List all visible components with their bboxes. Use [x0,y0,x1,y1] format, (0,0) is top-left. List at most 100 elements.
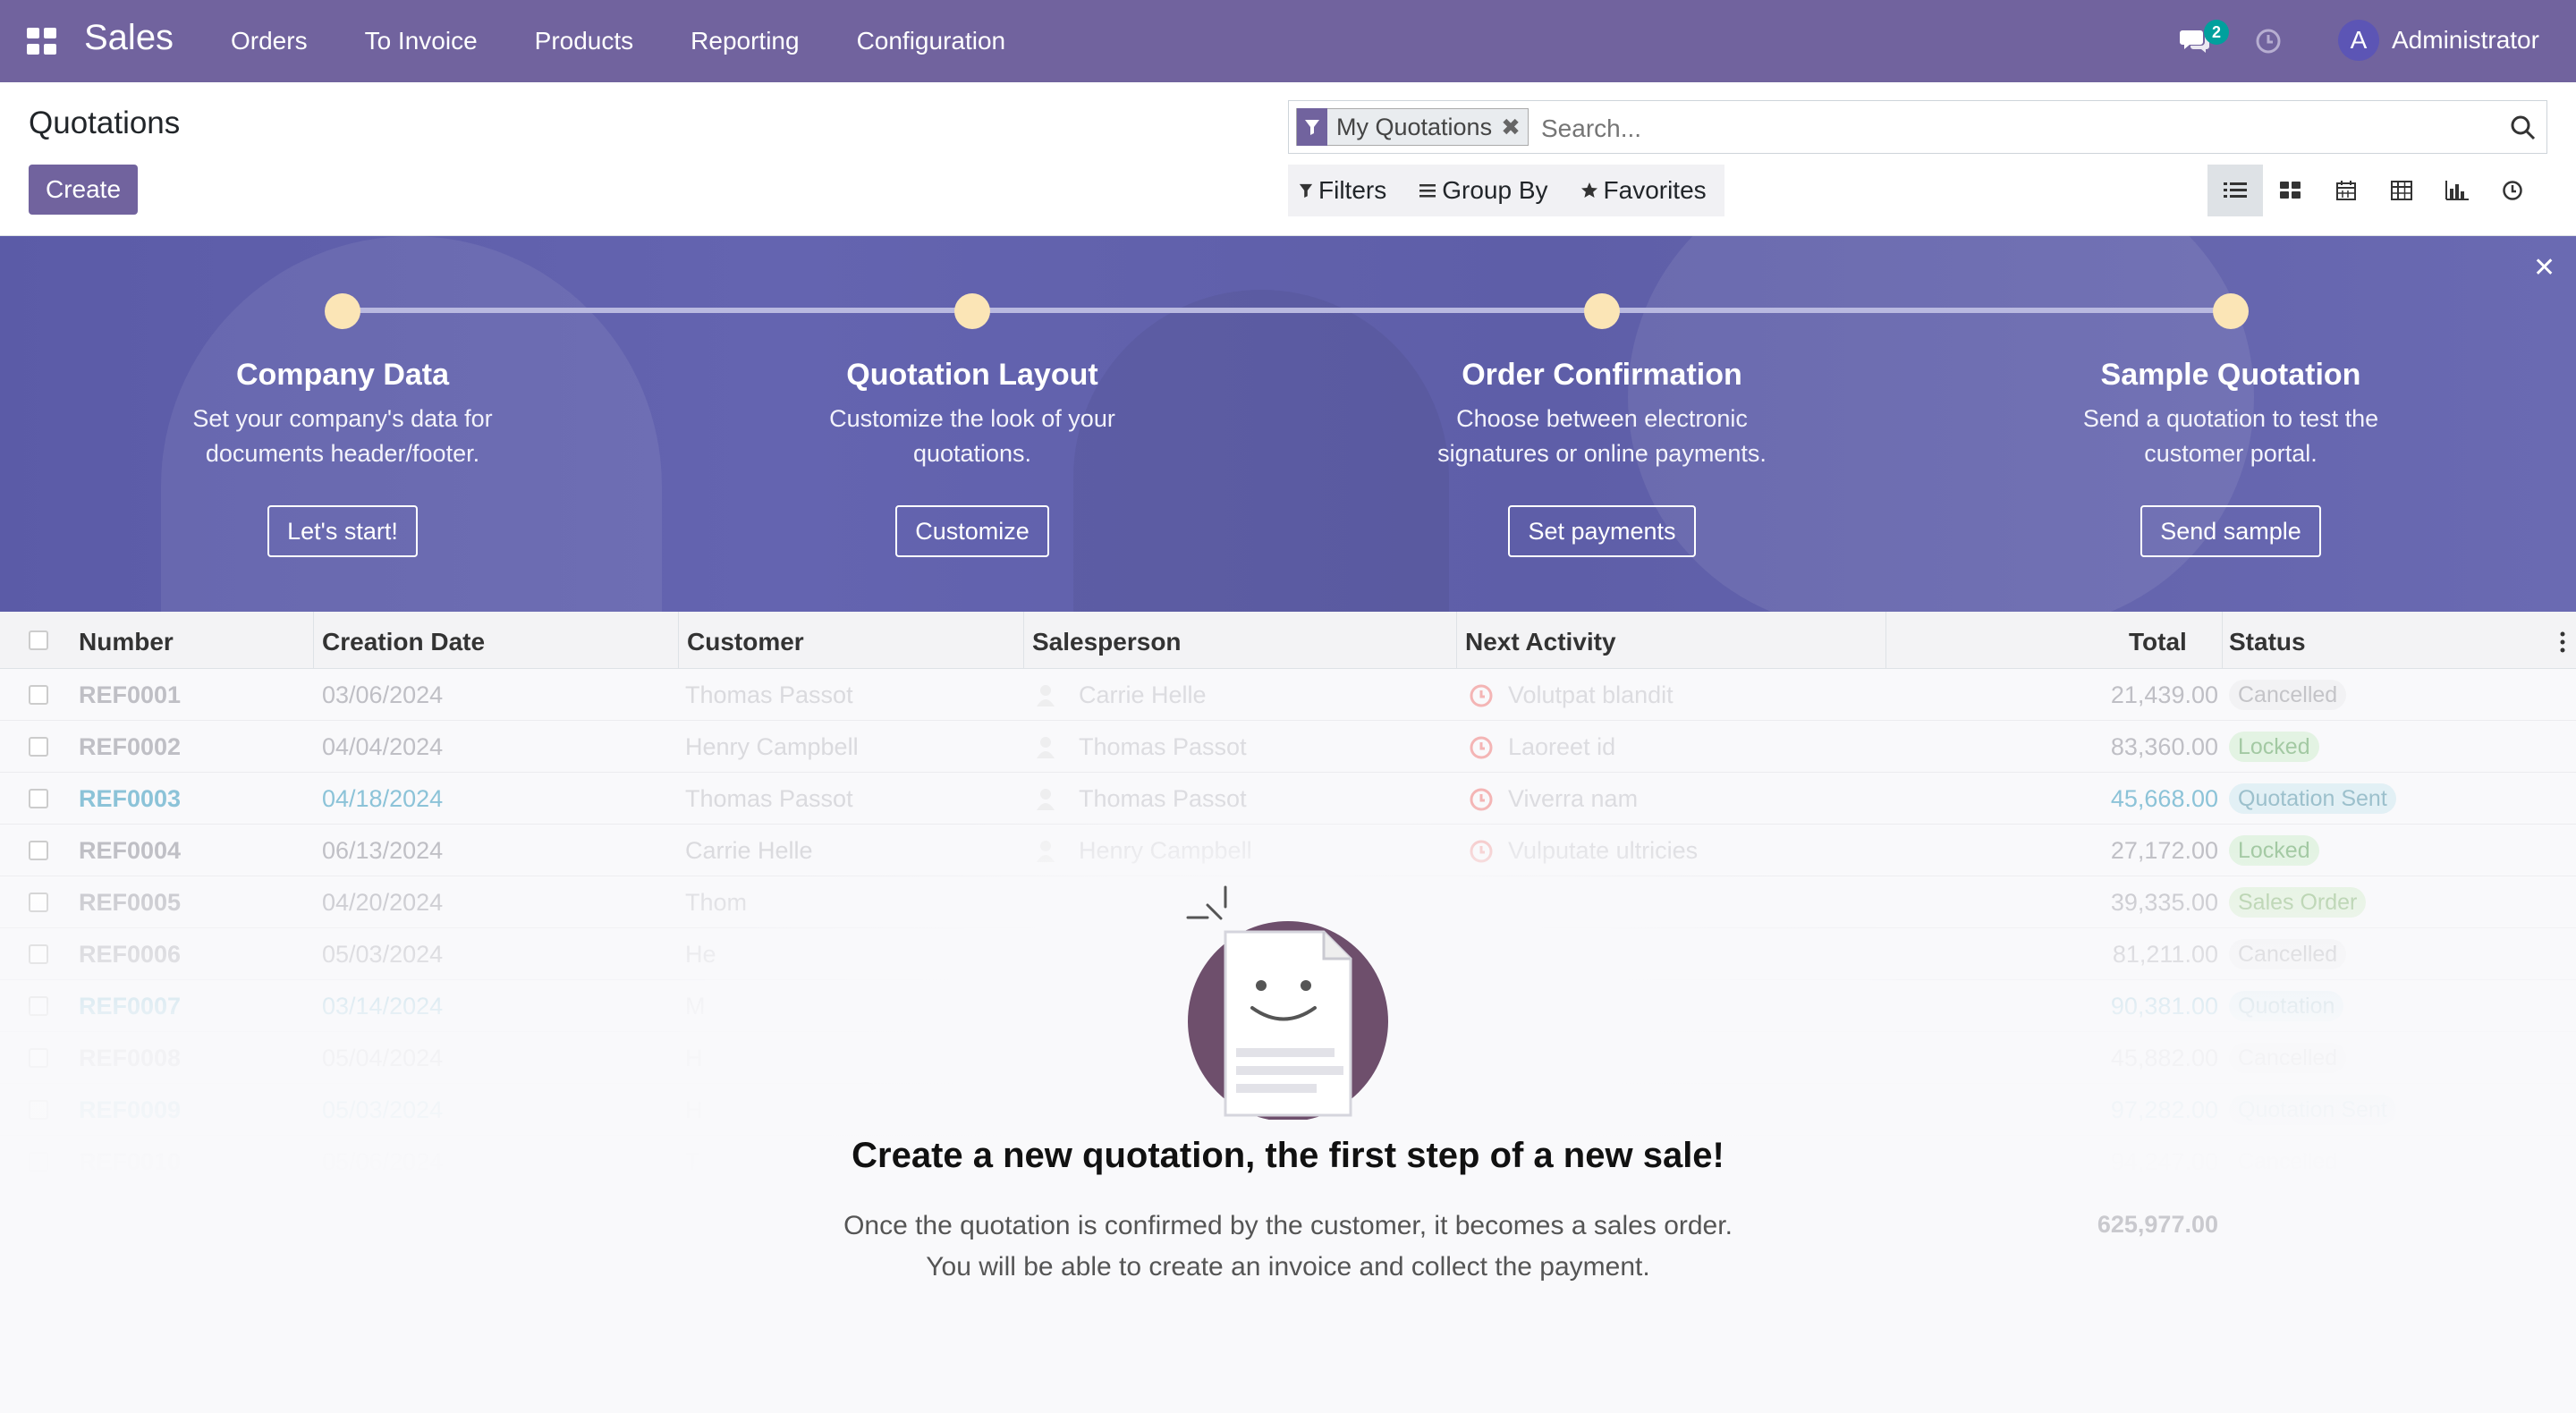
list-view-button[interactable] [2207,165,2263,216]
menu-reporting[interactable]: Reporting [691,27,799,55]
activity-clock-icon[interactable] [2254,27,2283,55]
cell-salesperson: Carrie Helle [1079,681,1207,708]
row-checkbox[interactable] [29,685,48,705]
cell-number: REF0003 [79,785,182,812]
header-status[interactable]: Status [2229,628,2306,656]
user-menu[interactable]: Administrator [2392,26,2539,55]
kanban-icon [2280,182,2301,199]
select-all-checkbox[interactable] [29,630,48,650]
send-sample-button[interactable]: Send sample [2140,505,2321,557]
step-dot[interactable] [954,293,990,329]
favorites-toggle[interactable]: Favorites [1580,176,1707,205]
cell-creation-date: 04/18/2024 [322,785,444,812]
step-description: Choose between electronic signatures or o… [1437,405,1767,467]
menu-products[interactable]: Products [535,27,634,55]
step-dot[interactable] [2213,293,2249,329]
header-number[interactable]: Number [79,628,174,656]
row-checkbox[interactable] [29,737,48,757]
step-description: Set your company's data for documents hea… [192,405,493,467]
create-button[interactable]: Create [29,165,138,215]
star-icon [1580,182,1597,198]
step-quotation-layout: Quotation Layout Customize the look of y… [722,293,1223,557]
search-box: My Quotations ✖ [1288,100,2547,154]
cell-total: 21,439.00 [2110,681,2218,708]
table-row[interactable]: REF0002 04/04/2024 Henry Campbell Thomas Pa… [0,721,2576,773]
header-salesperson[interactable]: Salesperson [1032,628,1182,656]
status-badge: Locked [2229,732,2319,762]
calendar-view-button[interactable] [2318,165,2374,216]
view-switcher [2207,165,2540,216]
avatar[interactable]: A [2338,20,2379,61]
cell-total: 83,360.00 [2110,733,2218,760]
filter-icon [1297,108,1327,146]
cell-next-activity: Volutpat blandit [1508,681,1674,708]
search-facet: My Quotations ✖ [1296,108,1529,146]
status-badge: Quotation Sent [2229,783,2396,814]
onboarding-banner: ✕ Company Data Set your company's data f… [0,236,2576,612]
app-menu-icon[interactable] [27,28,57,55]
top-navbar: Sales Orders To Invoice Products Reporti… [0,0,2576,82]
optional-columns-icon[interactable] [2560,631,2565,653]
step-sample-quotation: Sample Quotation Send a quotation to tes… [1980,293,2481,557]
cell-number: REF0001 [79,681,182,708]
step-order-confirmation: Order Confirmation Choose between electr… [1352,293,1852,557]
column-divider[interactable] [1885,612,1886,669]
app-name[interactable]: Sales [84,18,174,58]
groupby-toggle[interactable]: Group By [1419,176,1548,205]
column-divider[interactable] [1456,612,1457,669]
column-divider[interactable] [1023,612,1024,669]
search-options: Filters Group By Favorites [1288,165,1724,216]
list-icon [2224,182,2247,198]
header-total[interactable]: Total [2129,628,2187,656]
menu-configuration[interactable]: Configuration [857,27,1006,55]
step-description: Send a quotation to test the customer por… [2082,405,2379,467]
activity-clock-icon[interactable] [1469,683,1494,708]
calendar-icon [2336,181,2356,200]
control-panel: Quotations Create My Quotations ✖ Filter… [0,82,2576,236]
bar-chart-icon [2445,181,2469,200]
header-next-activity[interactable]: Next Activity [1465,628,1616,656]
step-dot[interactable] [325,293,360,329]
favorites-label: Favorites [1603,176,1707,204]
activity-view-button[interactable] [2485,165,2540,216]
cell-salesperson: Thomas Passot [1079,733,1247,760]
empty-state-description: Once the quotation is confirmed by the c… [843,1211,1733,1282]
kanban-view-button[interactable] [2263,165,2318,216]
cell-creation-date: 04/04/2024 [322,733,444,760]
facet-label: My Quotations [1336,113,1493,140]
customize-button[interactable]: Customize [895,505,1049,557]
pivot-view-button[interactable] [2374,165,2429,216]
main-menu: Orders To Invoice Products Reporting Con… [231,0,1063,82]
cell-next-activity: Laoreet id [1508,733,1616,760]
person-icon [1037,737,1055,758]
facet-remove-icon[interactable]: ✖ [1501,114,1528,141]
header-customer[interactable]: Customer [687,628,804,656]
close-icon[interactable]: ✕ [2533,252,2555,283]
quotation-document-illustration [1186,885,1388,1120]
filter-icon [1299,183,1313,198]
cell-customer: Henry Campbell [685,733,859,760]
header-creation-date[interactable]: Creation Date [322,628,485,656]
column-divider[interactable] [313,612,314,669]
table-row[interactable]: REF0001 03/06/2024 Thomas Passot Carrie Hel… [0,669,2576,721]
search-input[interactable] [1541,114,2489,144]
set-payments-button[interactable]: Set payments [1508,505,1696,557]
filters-toggle[interactable]: Filters [1299,176,1386,205]
step-title: Order Confirmation [1462,358,1742,392]
groupby-icon [1419,184,1436,198]
column-divider[interactable] [678,612,679,669]
step-dot[interactable] [1584,293,1620,329]
step-title: Company Data [235,358,450,392]
step-company-data: Company Data Set your company's data for… [92,293,593,557]
menu-orders[interactable]: Orders [231,27,308,55]
search-icon[interactable] [2509,114,2538,142]
activity-clock-icon[interactable] [1469,735,1494,760]
graph-view-button[interactable] [2429,165,2485,216]
cell-number: REF0002 [79,733,182,760]
lets-start-button[interactable]: Let's start! [267,505,418,557]
menu-to-invoice[interactable]: To Invoice [365,27,478,55]
table-header: Number Creation Date Customer Salesperso… [0,612,2576,669]
person-icon [1037,685,1055,706]
column-divider[interactable] [2222,612,2223,669]
row-checkbox[interactable] [29,789,48,808]
